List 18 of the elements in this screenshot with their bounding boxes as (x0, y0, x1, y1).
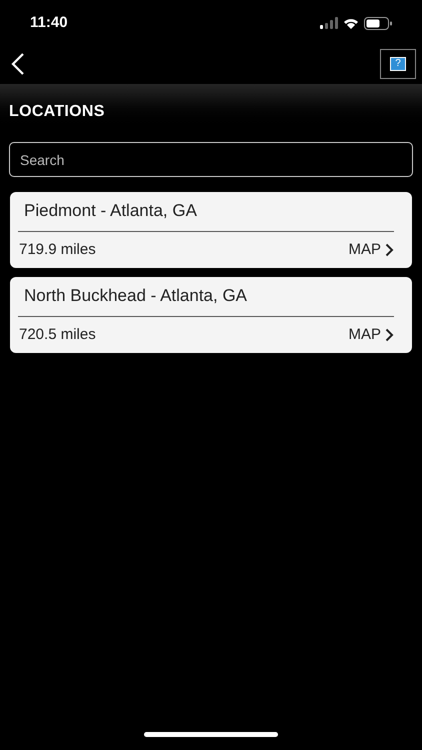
status-time: 11:40 (30, 12, 68, 33)
distance-text: 719.9 miles (19, 240, 96, 260)
location-name: North Buckhead - Atlanta, GA (24, 284, 248, 306)
search-field[interactable]: Search (9, 142, 413, 177)
location-name: Piedmont - Atlanta, GA (24, 200, 197, 222)
map-link[interactable]: MAP (348, 324, 394, 346)
page-title: LOCATIONS (9, 102, 105, 122)
battery-icon (364, 16, 392, 30)
signal-icon (320, 17, 338, 29)
distance-text: 720.5 miles (19, 324, 96, 345)
map-link[interactable]: MAP (348, 238, 394, 262)
chevron-icon (385, 328, 394, 342)
wifi-icon (344, 18, 358, 28)
chevron-icon (385, 243, 394, 257)
location-card[interactable]: North Buckhead - Atlanta, GA 720.5 miles MAP (10, 277, 412, 353)
location-card[interactable]: Piedmont - Atlanta, GA 719.9 miles MAP (10, 192, 412, 268)
help-icon: ? (390, 57, 406, 71)
back-icon (10, 52, 26, 76)
